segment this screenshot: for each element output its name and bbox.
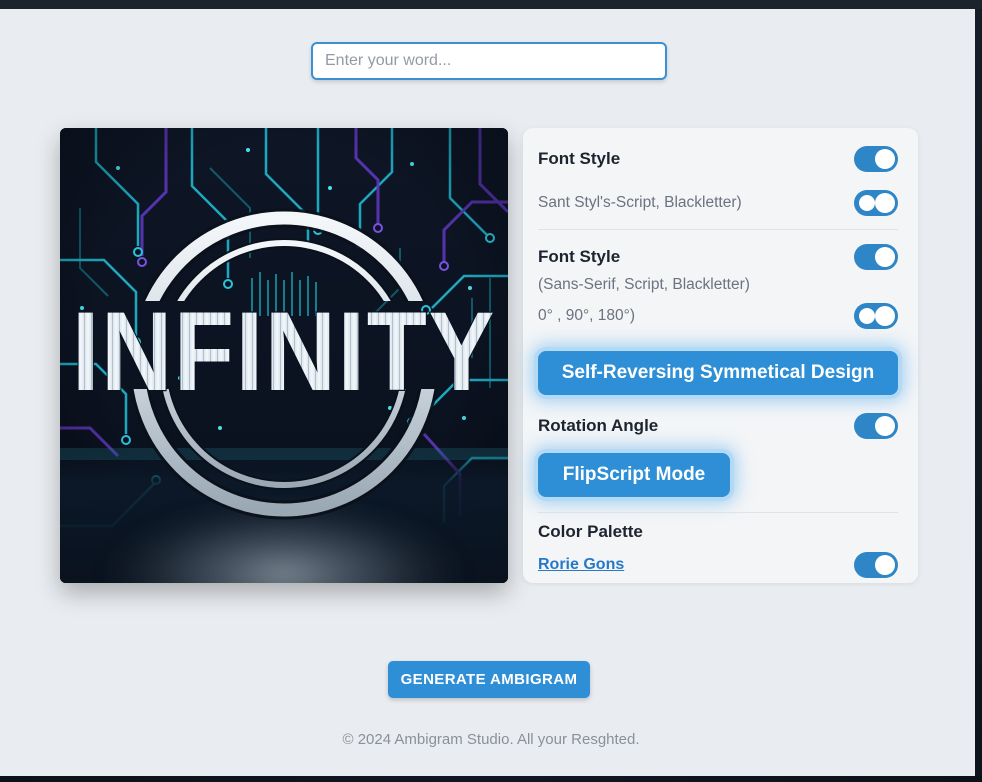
color-palette-toggle[interactable]	[854, 552, 898, 578]
top-frame-bar	[0, 0, 982, 9]
rotation-angle-label: Rotation Angle	[538, 416, 658, 436]
toggle-knob	[875, 149, 895, 169]
rotation-angle-toggle[interactable]	[854, 413, 898, 439]
rotation-angles-text: 0° , 90°, 180°)	[538, 307, 635, 325]
toggle-knob	[875, 247, 895, 267]
section-divider	[538, 512, 898, 513]
font-style-2-title: Font Style	[538, 247, 620, 267]
bottom-frame-bar	[0, 776, 982, 782]
toggle-knob	[875, 306, 895, 326]
right-frame-bar	[975, 9, 982, 782]
ambigram-preview-image: INFINITY	[60, 128, 508, 583]
toggle-knob	[875, 555, 895, 575]
font-style-2-toggle[interactable]	[854, 244, 898, 270]
color-palette-link[interactable]: Rorie Gons	[538, 556, 624, 574]
toggle-knob-left	[859, 308, 875, 324]
font-style-1-subtitle-toggle[interactable]	[854, 190, 898, 216]
word-input[interactable]	[311, 42, 667, 80]
color-palette-label: Color Palette	[538, 522, 643, 541]
toggle-knob-left	[859, 195, 875, 211]
font-style-1-title: Font Style	[538, 149, 620, 169]
preview-word-text: INFINITY	[72, 289, 496, 414]
toggle-knob	[875, 416, 895, 436]
generate-ambigram-button[interactable]: GENERATE AMBIGRAM	[388, 661, 590, 698]
footer-copyright: © 2024 Ambigram Studio. All your Resghte…	[0, 731, 982, 748]
font-style-1-toggle[interactable]	[854, 146, 898, 172]
toggle-knob	[875, 193, 895, 213]
settings-panel: Font Style Sant Styl's-Script, Blacklett…	[523, 128, 918, 583]
section-divider	[538, 229, 898, 230]
font-style-2-subtitle: (Sans-Serif, Script, Blackletter)	[538, 276, 750, 293]
circuit-artwork: INFINITY	[60, 128, 508, 583]
self-reversing-symmetrical-design-button[interactable]: Self-Reversing Symmetical Design	[538, 351, 898, 395]
font-style-1-subtitle: Sant Styl's-Script, Blackletter)	[538, 194, 742, 212]
flipscript-mode-button[interactable]: FlipScript Mode	[538, 453, 730, 497]
rotation-angles-toggle[interactable]	[854, 303, 898, 329]
